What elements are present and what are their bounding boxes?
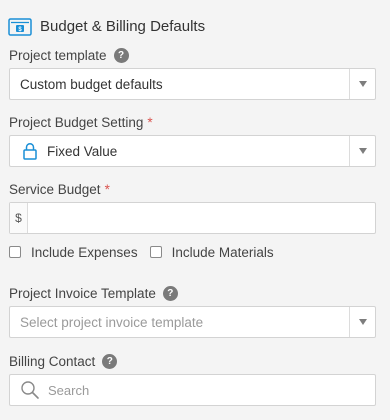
include-expenses-label[interactable]: Include Expenses — [31, 245, 138, 260]
required-mark: * — [104, 181, 110, 197]
project-template-select[interactable]: Custom budget defaults — [9, 68, 376, 100]
budget-setting-value: Fixed Value — [47, 143, 118, 159]
include-expenses-option[interactable]: Include Expenses — [9, 245, 138, 260]
project-template-label: Project template ? — [9, 46, 129, 64]
required-mark: * — [147, 114, 153, 130]
budget-setting-select[interactable]: Fixed Value — [9, 135, 376, 167]
include-options: Include Expenses Include Materials — [9, 243, 286, 261]
project-template-value: Custom budget defaults — [20, 76, 163, 92]
chevron-down-icon — [358, 319, 367, 325]
invoice-template-placeholder: Select project invoice template — [20, 314, 204, 330]
budget-setting-label: Project Budget Setting * — [9, 113, 153, 131]
service-budget-input[interactable] — [28, 203, 375, 233]
budget-setting-label-text: Project Budget Setting — [9, 114, 144, 130]
include-materials-checkbox[interactable] — [149, 246, 162, 258]
help-icon[interactable]: ? — [102, 353, 118, 369]
include-materials-label[interactable]: Include Materials — [172, 245, 274, 260]
budget-setting-dropdown-toggle[interactable] — [349, 136, 375, 166]
help-icon[interactable]: ? — [162, 285, 178, 301]
invoice-icon: $ — [8, 18, 32, 36]
search-icon — [21, 381, 39, 399]
currency-prefix: $ — [10, 203, 28, 233]
service-budget-label: Service Budget * — [9, 180, 110, 198]
service-budget-field: $ — [9, 202, 376, 234]
billing-contact-label: Billing Contact ? — [9, 352, 118, 370]
invoice-template-select[interactable]: Select project invoice template — [9, 306, 376, 338]
lock-icon — [23, 142, 37, 160]
invoice-template-label-text: Project Invoice Template — [9, 285, 156, 301]
include-materials-option[interactable]: Include Materials — [149, 245, 274, 260]
billing-contact-label-text: Billing Contact — [9, 353, 96, 369]
invoice-template-label: Project Invoice Template ? — [9, 284, 178, 302]
section-title: Budget & Billing Defaults — [40, 17, 206, 35]
project-template-dropdown-toggle[interactable] — [349, 69, 375, 99]
chevron-down-icon — [358, 148, 367, 154]
billing-contact-search-input[interactable] — [40, 375, 375, 405]
chevron-down-icon — [358, 81, 367, 87]
section-header: $ Budget & Billing Defaults — [8, 14, 205, 38]
billing-contact-search — [9, 374, 376, 406]
project-template-label-text: Project template — [9, 47, 107, 63]
invoice-template-dropdown-toggle[interactable] — [349, 307, 375, 337]
help-icon[interactable]: ? — [113, 47, 129, 63]
service-budget-label-text: Service Budget — [9, 181, 101, 197]
include-expenses-checkbox[interactable] — [9, 246, 21, 258]
